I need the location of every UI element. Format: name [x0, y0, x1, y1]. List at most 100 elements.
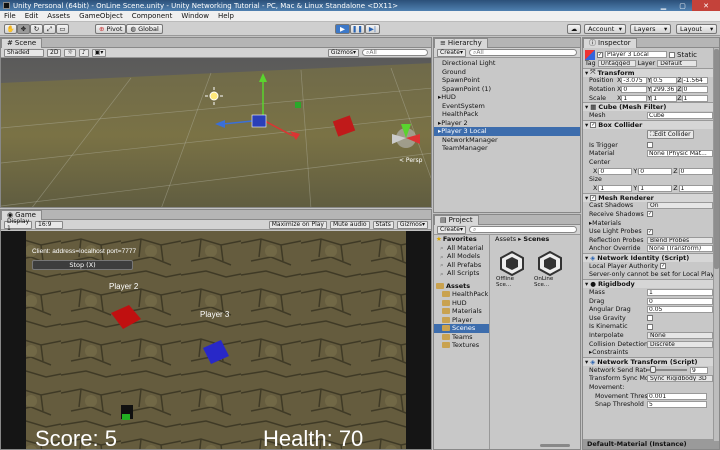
hierarchy-item[interactable]: SpawnPoint (1): [434, 85, 580, 94]
physic-material-field[interactable]: None (Physic Mat...: [647, 150, 713, 158]
scrollbar-thumb[interactable]: [714, 49, 719, 269]
materials-row[interactable]: ▸ Materials: [583, 219, 719, 228]
favorite-item[interactable]: ⌕ All Prefabs: [434, 261, 489, 270]
rect-tool-button[interactable]: ▭: [56, 24, 69, 34]
snap-threshold-field[interactable]: 5: [647, 401, 707, 409]
asset-folder[interactable]: Materials: [434, 307, 489, 316]
mute-audio-toggle[interactable]: Mute audio: [329, 220, 370, 229]
mesh-filter-component[interactable]: ▾ ▦ Cube (Mesh Filter): [583, 102, 719, 112]
size-z-field[interactable]: 1: [678, 184, 713, 192]
hierarchy-item[interactable]: Directional Light: [434, 59, 580, 68]
asset-folder[interactable]: Textures: [434, 341, 489, 350]
tab-project[interactable]: ▤ Project: [434, 215, 479, 225]
maximize-button[interactable]: ▢: [673, 0, 692, 11]
hierarchy-item[interactable]: HealthPack: [434, 110, 580, 119]
scale-x-field[interactable]: 1: [621, 94, 648, 102]
size-y-field[interactable]: 1: [638, 184, 673, 192]
scene-search-input[interactable]: ⌕ All: [362, 49, 428, 56]
pause-button[interactable]: ❚❚: [350, 24, 365, 34]
assets-header[interactable]: Assets: [434, 282, 489, 291]
tab-inspector[interactable]: ⓘ Inspector: [583, 38, 637, 48]
anchor-override-field[interactable]: None (Transform): [647, 245, 713, 253]
rotate-tool-button[interactable]: ↻: [30, 24, 43, 34]
reflection-probes-dropdown[interactable]: Blend Probes: [647, 236, 713, 244]
box-collider-component[interactable]: ▾ ✓ Box Collider: [583, 119, 719, 129]
hierarchy-item[interactable]: Ground: [434, 68, 580, 77]
project-create-dropdown[interactable]: Create ▾: [437, 225, 466, 234]
tab-scene[interactable]: # Scene: [1, 38, 43, 48]
hierarchy-search-input[interactable]: ⌕ All: [468, 49, 577, 56]
move-tool-button[interactable]: ✥: [17, 24, 30, 34]
menu-edit[interactable]: Edit: [25, 12, 39, 20]
use-gravity-checkbox[interactable]: [647, 315, 653, 322]
network-transform-component[interactable]: ▾ ◈ Network Transform (Script): [583, 357, 719, 367]
shading-mode-dropdown[interactable]: Shaded: [4, 48, 44, 57]
local-authority-checkbox[interactable]: ✓: [660, 263, 667, 270]
enabled-checkbox[interactable]: ✓: [590, 194, 597, 201]
center-y-field[interactable]: 0: [638, 167, 673, 175]
stop-button[interactable]: Stop (X): [32, 260, 133, 270]
inspector-scrollbar[interactable]: [713, 48, 719, 441]
asset-folder[interactable]: Teams: [434, 333, 489, 342]
mesh-field[interactable]: Cube: [647, 112, 713, 120]
rotation-z-field[interactable]: 0: [681, 85, 708, 93]
close-button[interactable]: ✕: [692, 0, 720, 11]
movement-threshold-field[interactable]: 0.001: [647, 392, 707, 400]
center-x-field[interactable]: 0: [598, 167, 633, 175]
cloud-button[interactable]: ☁: [567, 24, 581, 34]
static-checkbox[interactable]: [669, 51, 675, 58]
asset-folder[interactable]: Player: [434, 316, 489, 325]
step-button[interactable]: ▶|: [365, 24, 380, 34]
mesh-renderer-component[interactable]: ▾ ✓ Mesh Renderer: [583, 192, 719, 202]
hierarchy-item[interactable]: EventSystem: [434, 102, 580, 111]
menu-assets[interactable]: Assets: [47, 12, 70, 20]
hierarchy-item-player-2[interactable]: ▸ Player 2: [434, 119, 580, 128]
display-dropdown[interactable]: Display 1: [4, 218, 32, 232]
asset-folder-selected[interactable]: Scenes: [434, 324, 489, 333]
pivot-toggle[interactable]: ⊕ Pivot: [95, 24, 127, 34]
angular-drag-field[interactable]: 0.05: [647, 306, 713, 314]
rotation-y-field[interactable]: 299.36: [651, 85, 678, 93]
game-gizmos-dropdown[interactable]: Gizmos ▾: [396, 220, 428, 229]
breadcrumb-item[interactable]: Scenes: [523, 235, 549, 243]
light-probes-checkbox[interactable]: ✓: [647, 228, 653, 235]
hand-tool-button[interactable]: ✋: [4, 24, 17, 34]
position-x-field[interactable]: -3.075: [621, 77, 648, 85]
scene-asset[interactable]: Offline Sce...: [496, 250, 528, 288]
menu-gameobject[interactable]: GameObject: [79, 12, 123, 20]
lighting-toggle[interactable]: ☼: [64, 48, 76, 57]
rigidbody-component[interactable]: ▾ ● Rigidbody: [583, 279, 719, 289]
menu-window[interactable]: Window: [181, 12, 209, 20]
collision-detection-dropdown[interactable]: Discrete: [647, 340, 713, 348]
interpolate-dropdown[interactable]: None: [647, 332, 713, 340]
menu-file[interactable]: File: [4, 12, 16, 20]
audio-toggle[interactable]: ♪: [78, 48, 89, 57]
stats-toggle[interactable]: Stats: [372, 220, 394, 229]
asset-folder[interactable]: HealthPack: [434, 290, 489, 299]
global-toggle[interactable]: ◍ Global: [126, 24, 163, 34]
sync-mode-dropdown[interactable]: Sync Rigidbody 3D: [647, 375, 713, 383]
effects-dropdown[interactable]: ▣▾: [91, 48, 107, 57]
hierarchy-item-hud[interactable]: ▸ HUD: [434, 93, 580, 102]
position-z-field[interactable]: -1.564: [681, 77, 708, 85]
slider-handle[interactable]: [650, 366, 656, 374]
size-x-field[interactable]: 1: [598, 184, 633, 192]
favorite-item[interactable]: ⌕ All Models: [434, 252, 489, 261]
favorite-item[interactable]: ⌕ All Material: [434, 244, 489, 253]
layers-dropdown[interactable]: Layers ▾: [630, 24, 672, 34]
asset-folder[interactable]: HUD: [434, 299, 489, 308]
layout-dropdown[interactable]: Layout ▾: [676, 24, 718, 34]
play-button[interactable]: ▶: [335, 24, 350, 34]
scale-tool-button[interactable]: ⤢: [43, 24, 56, 34]
scale-y-field[interactable]: 1: [651, 94, 678, 102]
aspect-dropdown[interactable]: 16:9: [35, 220, 63, 229]
minimize-button[interactable]: ▁: [654, 0, 673, 11]
scene-viewport[interactable]: < Persp: [1, 58, 432, 208]
icon-size-slider[interactable]: [540, 444, 570, 447]
position-y-field[interactable]: 0.5: [651, 77, 678, 85]
drag-field[interactable]: 0: [647, 297, 713, 305]
hierarchy-item[interactable]: TeamManager: [434, 144, 580, 153]
hierarchy-create-dropdown[interactable]: Create ▾: [437, 48, 466, 57]
receive-shadows-checkbox[interactable]: ✓: [647, 211, 653, 218]
constraints-row[interactable]: ▸ Constraints: [583, 348, 719, 357]
